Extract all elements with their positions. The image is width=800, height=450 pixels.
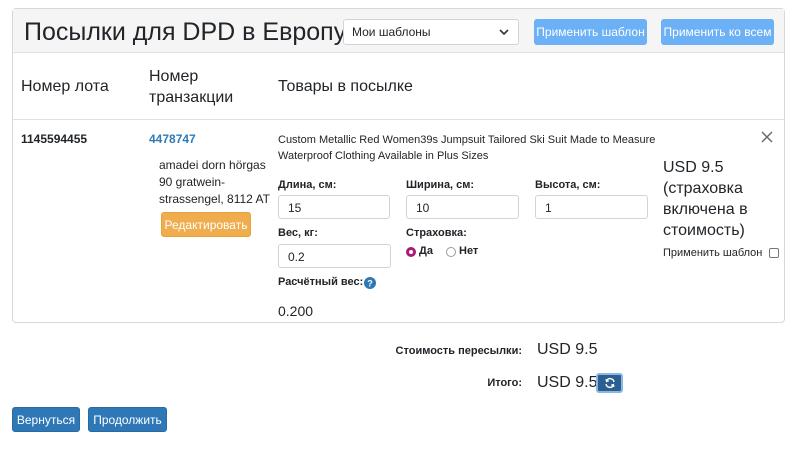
insurance-no-label: Нет: [459, 245, 479, 257]
shipping-cost-label: Стоимость пересылки:: [395, 345, 522, 357]
parcels-card: Посылки для DPD в Европу Мои шаблоны При…: [12, 8, 785, 323]
column-header-transaction: Номер транзакции: [149, 66, 233, 108]
parcel-price: USD 9.5 (страховка включена в стоимость): [663, 159, 748, 239]
insurance-yes-label: Да: [419, 245, 433, 257]
height-label: Высота, см:: [535, 179, 601, 191]
transaction-link[interactable]: 4478747: [149, 132, 196, 146]
calc-weight-value: 0.200: [278, 303, 314, 319]
height-input[interactable]: 1: [535, 195, 648, 219]
apply-template-checkbox-label: Применить шаблон: [663, 247, 763, 259]
calc-weight-label: Расчётный вес:: [278, 276, 364, 288]
header-divider: [13, 119, 784, 120]
continue-button[interactable]: Продолжить: [88, 407, 167, 432]
column-header-transaction-line1: Номер: [149, 68, 199, 85]
apply-all-button[interactable]: Применить ко всем: [661, 19, 774, 45]
length-label: Длина, см:: [278, 179, 337, 191]
template-select[interactable]: Мои шаблоны: [343, 19, 519, 45]
lot-number: 1145594455: [21, 132, 88, 146]
column-header-goods: Товары в посылке: [278, 78, 413, 95]
card-header: Посылки для DPD в Европу Мои шаблоны При…: [13, 9, 784, 53]
chevron-down-icon: [499, 29, 509, 36]
total-label: Итого:: [487, 377, 522, 389]
help-icon[interactable]: ?: [364, 277, 376, 289]
weight-input[interactable]: 0.2: [278, 244, 391, 268]
weight-label: Вес, кг:: [278, 227, 318, 239]
insurance-no-radio[interactable]: [446, 247, 456, 257]
total-value: USD 9.5: [537, 374, 598, 391]
length-input[interactable]: 15: [278, 195, 390, 219]
width-input[interactable]: 10: [406, 195, 519, 219]
item-title: Custom Metallic Red Women39s Jumpsuit Ta…: [278, 134, 656, 162]
insurance-label: Страховка:: [406, 227, 467, 239]
close-icon[interactable]: [760, 130, 774, 144]
template-select-value: Мои шаблоны: [352, 25, 431, 39]
refresh-icon: [604, 377, 615, 389]
width-label: Ширина, см:: [406, 179, 475, 191]
shipping-cost-value: USD 9.5: [537, 341, 598, 358]
column-header-transaction-line2: транзакции: [149, 89, 234, 106]
column-header-lot: Номер лота: [21, 78, 109, 95]
recipient-address: amadei dorn hörgas 90 gratwein-strasseng…: [159, 158, 270, 206]
apply-template-button[interactable]: Применить шаблон: [534, 19, 647, 45]
page-title: Посылки для DPD в Европу: [24, 18, 347, 46]
back-button[interactable]: Вернуться: [12, 407, 80, 432]
svg-text:?: ?: [367, 278, 373, 288]
insurance-yes-radio[interactable]: [406, 247, 416, 257]
refresh-button[interactable]: [596, 373, 623, 393]
edit-button[interactable]: Редактировать: [161, 212, 251, 237]
apply-template-checkbox[interactable]: [769, 248, 779, 258]
